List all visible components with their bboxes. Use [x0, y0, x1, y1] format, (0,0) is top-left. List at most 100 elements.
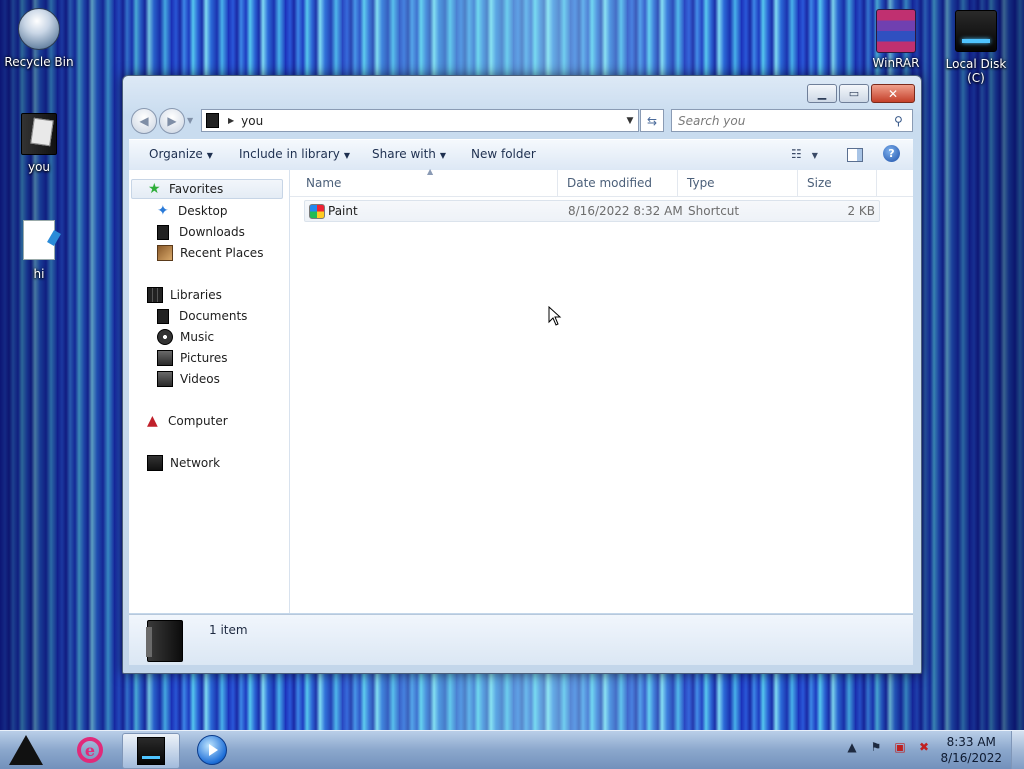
forward-arrow-icon: ▶: [167, 114, 177, 128]
desktop-icon-winrar[interactable]: WinRAR: [858, 8, 934, 70]
view-list-icon: ☷: [791, 147, 802, 161]
nav-item-recent-places[interactable]: Recent Places: [157, 243, 263, 263]
address-dropdown-icon[interactable]: ▼: [622, 116, 638, 126]
back-button[interactable]: ◀: [131, 108, 157, 134]
nav-item-desktop[interactable]: ✦ Desktop: [157, 201, 228, 221]
column-header-type[interactable]: Type: [677, 170, 798, 196]
taskbar-media-player[interactable]: [184, 733, 240, 767]
pictures-icon: [157, 350, 173, 366]
show-desktop-button[interactable]: [1011, 731, 1024, 769]
preview-pane-button[interactable]: [847, 148, 863, 162]
nav-item-pictures[interactable]: Pictures: [157, 348, 228, 368]
back-arrow-icon: ◀: [139, 114, 149, 128]
show-hidden-icons-button[interactable]: ▲: [844, 739, 860, 755]
nav-label: Pictures: [180, 351, 228, 365]
desktop-icon-label: you: [27, 160, 51, 174]
nav-label: Downloads: [179, 225, 245, 239]
search-input[interactable]: [672, 112, 894, 129]
desktop-icon-you[interactable]: you: [1, 111, 77, 174]
search-box: ⚲: [671, 109, 913, 132]
breadcrumb-you[interactable]: you: [241, 114, 622, 128]
file-list: ▲ Name Date modified Type Size Paint 8/1…: [290, 167, 913, 613]
refresh-button[interactable]: ⇆: [640, 109, 664, 132]
caption-buttons: ▁ ▭ ✕: [807, 84, 915, 103]
nav-item-libraries[interactable]: Libraries: [147, 285, 222, 305]
navigation-pane: ★ Favorites ✦ Desktop Downloads Recent P…: [129, 170, 290, 613]
chevron-down-icon: ▼: [811, 151, 818, 160]
minimize-button[interactable]: ▁: [807, 84, 837, 103]
paint-shortcut-icon: [309, 204, 325, 219]
taskbar-internet-explorer[interactable]: e: [62, 733, 118, 767]
computer-icon: ▲: [147, 413, 158, 429]
item-count: 1 item: [209, 623, 248, 637]
nav-item-favorites[interactable]: ★ Favorites: [131, 179, 283, 199]
include-in-library-label: Include in library: [239, 147, 340, 161]
taskbar-clock[interactable]: 8:33 AM 8/16/2022: [940, 734, 1002, 766]
chevron-down-icon: ▼: [187, 115, 194, 125]
maximize-icon: ▭: [848, 87, 860, 100]
action-center-flag-icon[interactable]: ⚑: [868, 739, 884, 755]
nav-item-computer[interactable]: ▲ Computer: [147, 411, 228, 431]
taskbar-windows-explorer[interactable]: [122, 733, 180, 769]
taskbar: e ▲ ⚑ ▣ ✖ 8:33 AM 8/16/2022: [0, 730, 1024, 769]
volume-muted-icon[interactable]: ✖: [916, 739, 932, 755]
chevron-down-icon: ▼: [439, 151, 447, 160]
recent-pages-dropdown[interactable]: ▼: [187, 108, 195, 132]
desktop-icon-recycle-bin[interactable]: Recycle Bin: [1, 6, 77, 69]
search-icon[interactable]: ⚲: [894, 114, 912, 128]
nav-label: Desktop: [178, 204, 228, 218]
close-icon: ✕: [887, 86, 899, 101]
file-row[interactable]: Paint 8/16/2022 8:32 AM Shortcut 2 KB: [304, 200, 880, 222]
column-header-size[interactable]: Size: [797, 170, 877, 196]
nav-label: Music: [180, 330, 215, 344]
address-bar[interactable]: ▶ you ▼: [201, 109, 639, 132]
forward-button[interactable]: ▶: [159, 108, 185, 134]
system-tray: ▲ ⚑ ▣ ✖: [844, 739, 932, 755]
desktop-icon-local-disk[interactable]: Local Disk (C): [936, 8, 1016, 85]
nav-item-music[interactable]: Music: [157, 327, 214, 347]
organize-button[interactable]: Organize ▼: [149, 147, 213, 161]
change-view-button[interactable]: ☷ ▼: [791, 147, 818, 161]
desktop-icon: ✦: [157, 203, 169, 219]
recycle-bin-icon: [17, 8, 61, 52]
file-size: 2 KB: [847, 204, 875, 218]
breadcrumb-separator-icon[interactable]: ▶: [228, 116, 234, 125]
windows-explorer-icon: [137, 737, 165, 765]
desktop-icon-label: Local Disk (C): [945, 57, 1007, 85]
share-with-label: Share with: [372, 147, 436, 161]
nav-label: Computer: [168, 414, 228, 428]
details-pane: 1 item: [129, 614, 913, 665]
help-button[interactable]: ?: [883, 145, 900, 162]
command-bar: Organize ▼ Include in library ▼ Share with…: [129, 139, 913, 171]
start-button[interactable]: [6, 733, 46, 767]
chevron-down-icon: ▼: [206, 151, 213, 160]
maximize-button[interactable]: ▭: [839, 84, 869, 103]
clock-time: 8:33 AM: [946, 735, 996, 749]
music-icon: [157, 329, 173, 345]
file-type: Shortcut: [688, 204, 740, 218]
desktop-icon-label: Recycle Bin: [4, 55, 74, 69]
share-with-button[interactable]: Share with ▼: [372, 147, 446, 161]
nav-item-downloads[interactable]: Downloads: [157, 222, 245, 242]
network-status-icon[interactable]: ▣: [892, 739, 908, 755]
nav-item-network[interactable]: Network: [147, 453, 220, 473]
nav-item-documents[interactable]: Documents: [157, 306, 247, 326]
desktop-icon-hi[interactable]: hi: [1, 216, 77, 281]
nav-label: Recent Places: [180, 246, 264, 260]
file-name: Paint: [328, 204, 358, 218]
document-icon: [17, 220, 61, 264]
chevron-down-icon: ▼: [343, 151, 351, 160]
nav-item-videos[interactable]: Videos: [157, 369, 220, 389]
folder-icon: [206, 113, 219, 128]
close-button[interactable]: ✕: [871, 84, 915, 103]
libraries-icon: [147, 287, 163, 303]
new-folder-label: New folder: [471, 147, 536, 161]
media-player-icon: [197, 735, 227, 765]
winrar-icon: [874, 9, 918, 53]
clock-date: 8/16/2022: [940, 751, 1002, 765]
column-header-name[interactable]: Name: [296, 170, 558, 196]
include-in-library-button[interactable]: Include in library ▼: [239, 147, 350, 161]
column-header-date-modified[interactable]: Date modified: [557, 170, 678, 196]
new-folder-button[interactable]: New folder: [471, 147, 536, 161]
videos-icon: [157, 371, 173, 387]
